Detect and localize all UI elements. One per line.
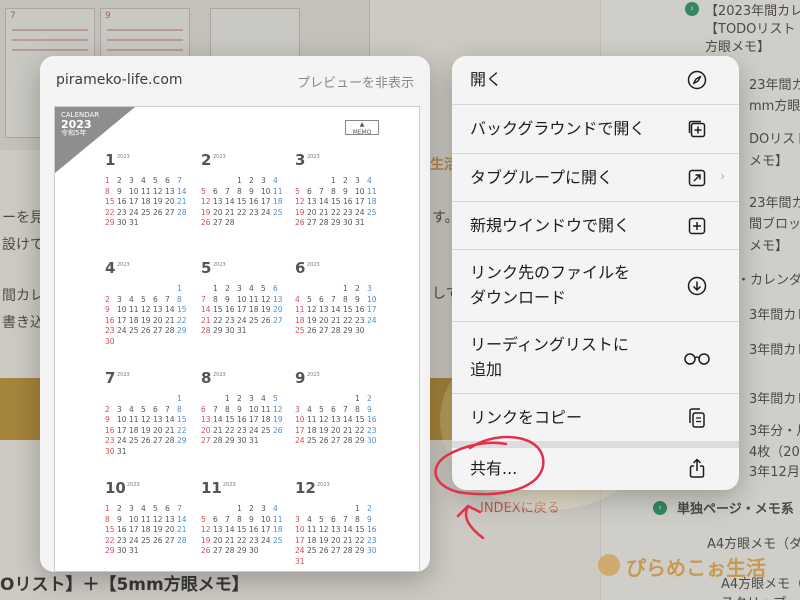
- month-day-grid: 1 2 3 4 5 6 7 8 9 10 11 12 13 14 15 16 17 18 19 20 21 22 23 24 2…: [201, 394, 283, 445]
- month-number: 11: [201, 479, 222, 497]
- menu-item-add-reading-list[interactable]: リーディングリストに 追加: [452, 321, 739, 393]
- month-day-grid: 1 2 3 4 5 6 7 8 9 10 11 12 13 14 15 16 17 18 19 20 21 22 23 24 2…: [105, 284, 187, 346]
- memo-label: ▲ MEMO: [345, 120, 379, 136]
- month-year: 2023: [213, 372, 226, 378]
- month-year: 2023: [117, 262, 130, 268]
- month-day-grid: 1 2 3 4 5 6 7 8 9 10 11 12 13 14 15 16 17 18 19 20 21 22 23 24 2…: [201, 176, 283, 227]
- month-number: 1: [105, 151, 116, 169]
- month-day-grid: 1 2 3 4 5 6 7 8 9 10 11 12 13 14 15 16 17 18 19 20 21 22 23 24 2…: [201, 504, 283, 555]
- menu-item-label: 開く: [470, 70, 503, 89]
- menu-item-label: バックグラウンドで開く: [470, 119, 646, 138]
- month-year: 2023: [223, 482, 236, 488]
- month-number: 5: [201, 259, 212, 277]
- preview-header: pirameko-life.com プレビューを非表示: [40, 56, 430, 106]
- calendar-ribbon-text: CALENDAR 2023 令和5年: [61, 111, 100, 137]
- menu-item-download-linked-file[interactable]: リンク先のファイルを ダウンロード: [452, 249, 739, 321]
- month-number: 10: [105, 479, 126, 497]
- month-number: 7: [105, 369, 116, 387]
- month-number: 6: [295, 259, 306, 277]
- month-year: 2023: [127, 482, 140, 488]
- month-number: 4: [105, 259, 116, 277]
- month-block: 1 2023 1 2 3 4 5 6 7 8 9 10 11 12 13 14 15 16 17 18 19 20 21 22…: [105, 151, 189, 251]
- month-block: 11 2023 1 2 3 4 5 6 7 8 9 10 11 12 13 14 15 16 17 18 19 20 21 2…: [201, 479, 285, 572]
- hide-preview-button[interactable]: プレビューを非表示: [297, 72, 414, 91]
- month-year: 2023: [117, 372, 130, 378]
- menu-item-label: リンクをコピー: [470, 408, 583, 427]
- month-year: 2023: [317, 482, 330, 488]
- month-year: 2023: [307, 154, 320, 160]
- month-block: 6 2023 1 2 3 4 5 6 7 8 9 10 11 12 13 14 15 16 17 18 19 20 21 22…: [295, 259, 379, 359]
- month-day-grid: 1 2 3 4 5 6 7 8 9 10 11 12 13 14 15 16 17 18 19 20 21 22 23 24 2…: [201, 284, 283, 335]
- chevron-right-icon: ›: [720, 169, 725, 183]
- month-number: 8: [201, 369, 212, 387]
- month-number: 9: [295, 369, 306, 387]
- menu-item-open-new-window[interactable]: 新規ウインドウで開く: [452, 201, 739, 249]
- month-number: 12: [295, 479, 316, 497]
- plus-square-icon: [688, 217, 706, 235]
- menu-item-label: 追加: [470, 360, 503, 379]
- menu-item-copy-link[interactable]: リンクをコピー: [452, 393, 739, 441]
- month-day-grid: 1 2 3 4 5 6 7 8 9 10 11 12 13 14 15 16 17 18 19 20 21 22 23 24 2…: [295, 394, 377, 445]
- menu-item-label: リーディングリストに: [470, 335, 629, 354]
- month-block: 9 2023 1 2 3 4 5 6 7 8 9 10 11 12 13 14 15 16 17 18 19 20 21 22…: [295, 369, 379, 469]
- menu-item-share[interactable]: 共有...: [452, 441, 739, 490]
- copy-icon: [689, 408, 705, 428]
- month-day-grid: 1 2 3 4 5 6 7 8 9 10 11 12 13 14 15 16 17 18 19 20 21 22 23 24 2…: [105, 504, 187, 555]
- month-day-grid: 1 2 3 4 5 6 7 8 9 10 11 12 13 14 15 16 17 18 19 20 21 22 23 24 2…: [295, 504, 377, 566]
- month-block: 3 2023 1 2 3 4 5 6 7 8 9 10 11 12 13 14 15 16 17 18 19 20 21 22…: [295, 151, 379, 251]
- month-number: 2: [201, 151, 212, 169]
- plus-square-stack-icon: [688, 120, 706, 138]
- context-menu: 開く バックグラウンドで開く タブグループに開く › 新規ウインドウで開く リン…: [452, 56, 739, 490]
- link-preview[interactable]: pirameko-life.com プレビューを非表示 CALENDAR 202…: [40, 56, 430, 572]
- month-year: 2023: [213, 262, 226, 268]
- menu-item-label: ダウンロード: [470, 288, 567, 307]
- menu-item-label: 共有...: [470, 459, 518, 478]
- month-number: 3: [295, 151, 306, 169]
- menu-item-open-tab-group[interactable]: タブグループに開く ›: [452, 153, 739, 201]
- preview-domain: pirameko-life.com: [56, 72, 183, 88]
- arrow-up-right-square-icon: [688, 169, 706, 187]
- month-block: 4 2023 1 2 3 4 5 6 7 8 9 10 11 12 13 14 15 16 17 18 19 20 21 22…: [105, 259, 189, 359]
- month-block: 10 2023 1 2 3 4 5 6 7 8 9 10 11 12 13 14 15 16 17 18 19 20 21 2…: [105, 479, 189, 572]
- share-icon: [689, 458, 705, 478]
- month-year: 2023: [117, 154, 130, 160]
- download-circle-icon: [687, 276, 707, 296]
- month-year: 2023: [307, 372, 320, 378]
- month-block: 5 2023 1 2 3 4 5 6 7 8 9 10 11 12 13 14 15 16 17 18 19 20 21 22…: [201, 259, 285, 359]
- month-day-grid: 1 2 3 4 5 6 7 8 9 10 11 12 13 14 15 16 17 18 19 20 21 22 23 24 2…: [295, 176, 377, 227]
- calendar-sheet: CALENDAR 2023 令和5年 ▲ MEMO 1 2023 1 2 3 4 5 6 7 8 9 1…: [54, 106, 420, 572]
- menu-item-open-background[interactable]: バックグラウンドで開く: [452, 104, 739, 153]
- month-block: 2 2023 1 2 3 4 5 6 7 8 9 10 11 12 13 14 15 16 17 18 19 20 21 22…: [201, 151, 285, 251]
- menu-item-label: リンク先のファイルを: [470, 263, 631, 282]
- month-year: 2023: [213, 154, 226, 160]
- menu-item-label: 新規ウインドウで開く: [470, 216, 631, 235]
- month-year: 2023: [307, 262, 320, 268]
- month-day-grid: 1 2 3 4 5 6 7 8 9 10 11 12 13 14 15 16 17 18 19 20 21 22 23 24 2…: [105, 176, 187, 227]
- month-block: 12 2023 1 2 3 4 5 6 7 8 9 10 11 12 13 14 15 16 17 18 19 20 21 2…: [295, 479, 379, 572]
- menu-item-open[interactable]: 開く: [452, 56, 739, 104]
- month-block: 7 2023 1 2 3 4 5 6 7 8 9 10 11 12 13 14 15 16 17 18 19 20 21 22…: [105, 369, 189, 469]
- compass-icon: [687, 70, 707, 90]
- menu-item-label: タブグループに開く: [470, 168, 614, 187]
- month-day-grid: 1 2 3 4 5 6 7 8 9 10 11 12 13 14 15 16 17 18 19 20 21 22 23 24 2…: [105, 394, 187, 456]
- month-day-grid: 1 2 3 4 5 6 7 8 9 10 11 12 13 14 15 16 17 18 19 20 21 22 23 24 2…: [295, 284, 377, 335]
- month-block: 8 2023 1 2 3 4 5 6 7 8 9 10 11 12 13 14 15 16 17 18 19 20 21 22…: [201, 369, 285, 469]
- glasses-icon: [684, 353, 710, 365]
